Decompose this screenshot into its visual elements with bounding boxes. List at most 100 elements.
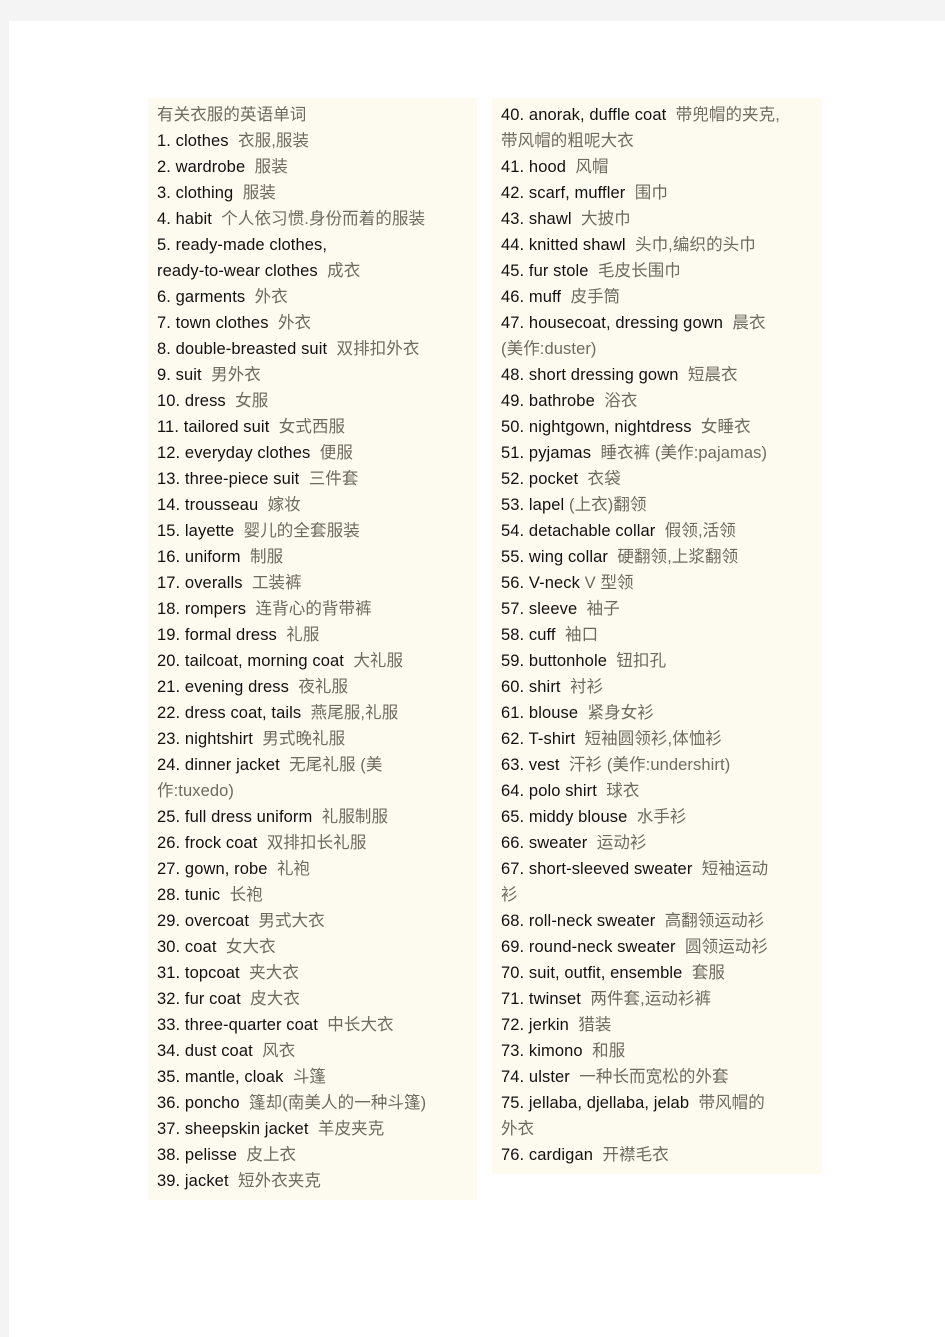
vocabulary-entry: 60. shirt 衬衫 [501,674,822,700]
vocabulary-term-english: 31. topcoat [157,964,250,982]
vocabulary-gloss-chinese: (美作:duster) [501,340,597,358]
vocabulary-gloss-chinese: 两件套,运动衫裤 [590,990,712,1008]
vocabulary-gloss-chinese: 硬翻领,上浆翻领 [617,548,739,566]
vocabulary-entry: 65. middy blouse 水手衫 [501,804,822,830]
vocabulary-entry: 20. tailcoat, morning coat 大礼服 [157,648,477,674]
vocabulary-entry: 4. habit 个人依习惯.身份而着的服装 [157,206,477,232]
vocabulary-gloss-chinese: 一种长而宽松的外套 [579,1068,729,1086]
vocabulary-gloss-chinese: 作:tuxedo) [157,782,235,800]
vocabulary-entry: 63. vest 汗衫 (美作:undershirt) [501,752,822,778]
vocabulary-gloss-chinese: 男式晚礼服 [262,730,346,748]
vocabulary-entry: 35. mantle, cloak 斗篷 [157,1064,477,1090]
vocabulary-term-english: 4. habit [157,210,222,228]
vocabulary-term-english: 52. pocket [501,470,588,488]
vocabulary-entry: 39. jacket 短外衣夹克 [157,1168,477,1194]
vocabulary-entry: 24. dinner jacket 无尾礼服 (美 [157,752,477,778]
vocabulary-term-english: 75. jellaba, djellaba, jelab [501,1094,699,1112]
vocabulary-term-english: 37. sheepskin jacket [157,1120,318,1138]
vocabulary-entry: 12. everyday clothes 便服 [157,440,477,466]
vocabulary-term-english: 76. cardigan [501,1146,603,1164]
vocabulary-entry: 23. nightshirt 男式晚礼服 [157,726,477,752]
vocabulary-gloss-chinese: 衬衫 [569,678,604,696]
vocabulary-term-english: 65. middy blouse [501,808,637,826]
vocabulary-entry: 47. housecoat, dressing gown 晨衣 [501,310,822,336]
vocabulary-entry: 6. garments 外衣 [157,284,477,310]
vocabulary-gloss-chinese: 袖口 [565,626,599,644]
vocabulary-entry: ready-to-wear clothes 成衣 [157,258,477,284]
vocabulary-term-english: 35. mantle, cloak [157,1068,293,1086]
vocabulary-gloss-chinese: 风帽 [575,158,609,176]
vocabulary-gloss-chinese: 长袍 [229,886,263,904]
vocabulary-entry: 53. lapel (上衣)翻领 [501,492,822,518]
vocabulary-entry: 15. layette 婴儿的全套服装 [157,518,477,544]
vocabulary-gloss-chinese: 运动衫 [596,834,647,852]
vocabulary-entry: 48. short dressing gown 短晨衣 [501,362,822,388]
vocabulary-term-english: 61. blouse [501,704,588,722]
vocabulary-entry: 13. three-piece suit 三件套 [157,466,477,492]
vocabulary-gloss-chinese: 带风帽的粗呢大衣 [501,132,634,150]
vocabulary-gloss-chinese: 汗衫 (美作:undershirt) [568,756,731,774]
vocabulary-gloss-chinese: 头巾,编织的头巾 [634,236,756,254]
vocabulary-entry: 66. sweater 运动衫 [501,830,822,856]
vocabulary-term-english: 66. sweater [501,834,597,852]
vocabulary-term-english: 1. clothes [157,132,238,150]
vocabulary-term-english: 18. rompers [157,600,256,618]
vocabulary-gloss-chinese: 篷却(南美人的一种斗篷) [249,1094,427,1112]
vocabulary-term-english: 3. clothing [157,184,243,202]
vocabulary-entry: 25. full dress uniform 礼服制服 [157,804,477,830]
vocabulary-term-english: 29. overcoat [157,912,259,930]
vocabulary-term-english: 2. wardrobe [157,158,255,176]
vocabulary-gloss-chinese: 服装 [242,184,276,202]
vocabulary-entry: 43. shawl 大披巾 [501,206,822,232]
vocabulary-gloss-chinese: 睡衣裤 (美作:pajamas) [600,444,768,462]
vocabulary-term-english: 24. dinner jacket [157,756,290,774]
vocabulary-gloss-chinese: 围巾 [634,184,668,202]
vocabulary-gloss-chinese: 便服 [319,444,353,462]
vocabulary-gloss-chinese: 成衣 [327,262,361,280]
vocabulary-entry: 36. poncho 篷却(南美人的一种斗篷) [157,1090,477,1116]
vocabulary-term-english: 10. dress [157,392,236,410]
vocabulary-entry: 68. roll-neck sweater 高翻领运动衫 [501,908,822,934]
vocabulary-gloss-chinese: 短晨衣 [687,366,738,384]
vocabulary-gloss-chinese: 带风帽的 [698,1094,765,1112]
vocabulary-entry: 58. cuff 袖口 [501,622,822,648]
vocabulary-gloss-chinese: 羊皮夹克 [317,1120,385,1138]
vocabulary-gloss-chinese: 假领,活领 [664,522,736,540]
vocabulary-gloss-chinese: 斗篷 [292,1068,327,1086]
vocabulary-entry: 75. jellaba, djellaba, jelab 带风帽的 [501,1090,822,1116]
vocabulary-entry: 55. wing collar 硬翻领,上浆翻领 [501,544,822,570]
vocabulary-entry: 54. detachable collar 假领,活领 [501,518,822,544]
vocabulary-entry: 33. three-quarter coat 中长大衣 [157,1012,477,1038]
vocabulary-entry: 46. muff 皮手筒 [501,284,822,310]
vocabulary-term-english: 19. formal dress [157,626,287,644]
vocabulary-gloss-chinese: 三件套 [308,470,359,488]
vocabulary-gloss-chinese: 连背心的背带裤 [255,600,372,618]
vocabulary-gloss-chinese: 外衣 [277,314,312,332]
vocabulary-entry: 29. overcoat 男式大衣 [157,908,477,934]
vocabulary-term-english: 55. wing collar [501,548,618,566]
vocabulary-gloss-chinese: 衫 [501,886,518,904]
document-title: 有关衣服的英语单词 [157,106,307,124]
vocabulary-gloss-chinese: 工装裤 [251,574,302,592]
vocabulary-entry: 45. fur stole 毛皮长围巾 [501,258,822,284]
vocabulary-gloss-chinese: 短袖圆领衫,体恤衫 [584,730,723,748]
vocabulary-gloss-chinese: 礼袍 [276,860,311,878]
vocabulary-entry: 30. coat 女大衣 [157,934,477,960]
vocabulary-gloss-chinese: 水手衫 [636,808,687,826]
vocabulary-entry: 21. evening dress 夜礼服 [157,674,477,700]
vocabulary-entry: 69. round-neck sweater 圆领运动衫 [501,934,822,960]
vocabulary-entry: 56. V-neck V 型领 [501,570,822,596]
vocabulary-entry: 37. sheepskin jacket 羊皮夹克 [157,1116,477,1142]
vocabulary-term-english: 46. muff [501,288,571,306]
vocabulary-gloss-chinese: 外衣 [254,288,288,306]
vocabulary-entry: 44. knitted shawl 头巾,编织的头巾 [501,232,822,258]
vocabulary-entry: 17. overalls 工装裤 [157,570,477,596]
vocabulary-entry: 64. polo shirt 球衣 [501,778,822,804]
vocabulary-entry: 51. pyjamas 睡衣裤 (美作:pajamas) [501,440,822,466]
vocabulary-term-english: 23. nightshirt [157,730,263,748]
vocabulary-entry: 76. cardigan 开襟毛衣 [501,1142,822,1168]
vocabulary-term-english: 26. frock coat [157,834,267,852]
vocabulary-gloss-chinese: 毛皮长围巾 [597,262,681,280]
vocabulary-gloss-chinese: 高翻领运动衫 [664,912,765,930]
vocabulary-term-english: 20. tailcoat, morning coat [157,652,354,670]
